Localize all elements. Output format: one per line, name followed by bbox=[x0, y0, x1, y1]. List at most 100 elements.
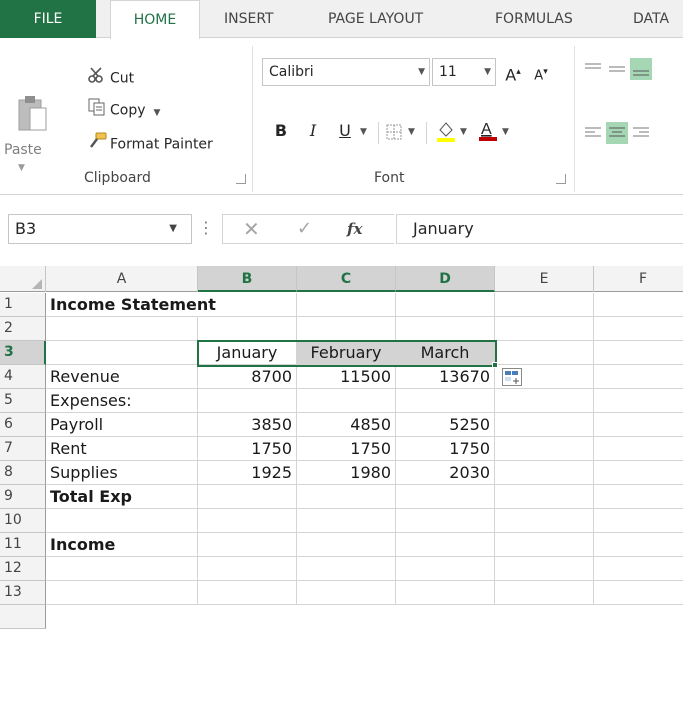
cell-c1[interactable] bbox=[297, 293, 396, 317]
cell-d13[interactable] bbox=[396, 581, 495, 605]
cancel-icon[interactable]: ✕ bbox=[243, 215, 260, 243]
row-header-11[interactable]: 11 bbox=[0, 533, 46, 557]
cell-e2[interactable] bbox=[495, 317, 594, 341]
select-all-button[interactable] bbox=[0, 266, 46, 292]
cell-f7[interactable] bbox=[594, 437, 683, 461]
font-color-icon[interactable]: A bbox=[478, 118, 498, 142]
cell-d2[interactable] bbox=[396, 317, 495, 341]
cut-button[interactable]: Cut bbox=[88, 66, 134, 88]
copy-dropdown-arrow[interactable]: ▼ bbox=[154, 108, 161, 118]
name-box[interactable]: B3 ▼ bbox=[8, 214, 192, 244]
paste-icon[interactable] bbox=[18, 94, 48, 138]
column-header-f[interactable]: F bbox=[594, 266, 683, 292]
cell-e6[interactable] bbox=[495, 413, 594, 437]
tab-file[interactable]: FILE bbox=[0, 0, 96, 38]
font-size-select[interactable]: 11 ▼ bbox=[432, 58, 496, 86]
cell-f11[interactable] bbox=[594, 533, 683, 557]
bold-button[interactable]: B bbox=[270, 118, 292, 144]
cell-e7[interactable] bbox=[495, 437, 594, 461]
paste-dropdown-arrow[interactable]: ▼ bbox=[18, 163, 25, 173]
row-header-9[interactable]: 9 bbox=[0, 485, 46, 509]
cell-c13[interactable] bbox=[297, 581, 396, 605]
font-color-dropdown-arrow[interactable]: ▼ bbox=[502, 127, 509, 137]
row-header-1[interactable]: 1 bbox=[0, 293, 46, 317]
borders-dropdown-arrow[interactable]: ▼ bbox=[408, 127, 415, 137]
align-left-icon[interactable] bbox=[582, 122, 604, 144]
align-top-icon[interactable] bbox=[582, 58, 604, 80]
cell-a1[interactable]: Income Statement bbox=[46, 293, 216, 317]
cell-b2[interactable] bbox=[198, 317, 297, 341]
quick-analysis-icon[interactable] bbox=[502, 368, 522, 386]
cell-d7[interactable]: 1750 bbox=[396, 437, 495, 461]
cell-f6[interactable] bbox=[594, 413, 683, 437]
cell-f10[interactable] bbox=[594, 509, 683, 533]
font-name-select[interactable]: Calibri ▼ bbox=[262, 58, 430, 86]
row-header-14[interactable] bbox=[0, 605, 46, 629]
cell-a4[interactable]: Revenue bbox=[46, 365, 198, 389]
cell-a6[interactable]: Payroll bbox=[46, 413, 198, 437]
row-header-13[interactable]: 13 bbox=[0, 581, 46, 605]
row-header-8[interactable]: 8 bbox=[0, 461, 46, 485]
cell-e8[interactable] bbox=[495, 461, 594, 485]
fill-color-icon[interactable] bbox=[436, 120, 456, 142]
paste-button-label[interactable]: Paste bbox=[4, 142, 42, 158]
cell-f9[interactable] bbox=[594, 485, 683, 509]
row-header-2[interactable]: 2 bbox=[0, 317, 46, 341]
cell-c9[interactable] bbox=[297, 485, 396, 509]
cell-e13[interactable] bbox=[495, 581, 594, 605]
cell-b5[interactable] bbox=[198, 389, 297, 413]
tab-formulas[interactable]: FORMULAS bbox=[495, 0, 573, 38]
cell-b10[interactable] bbox=[198, 509, 297, 533]
fill-color-dropdown-arrow[interactable]: ▼ bbox=[460, 127, 467, 137]
cell-f4[interactable] bbox=[594, 365, 683, 389]
cell-d3[interactable]: March bbox=[396, 341, 495, 365]
cell-b6[interactable]: 3850 bbox=[198, 413, 297, 437]
cell-c5[interactable] bbox=[297, 389, 396, 413]
row-header-10[interactable]: 10 bbox=[0, 509, 46, 533]
borders-icon[interactable] bbox=[386, 124, 402, 140]
cell-b1[interactable] bbox=[198, 293, 297, 317]
cell-c4[interactable]: 11500 bbox=[297, 365, 396, 389]
cell-f5[interactable] bbox=[594, 389, 683, 413]
decrease-font-size-button[interactable]: A▾ bbox=[530, 59, 552, 85]
cell-d11[interactable] bbox=[396, 533, 495, 557]
enter-icon[interactable]: ✓ bbox=[297, 215, 312, 243]
column-header-d[interactable]: D bbox=[396, 266, 495, 292]
formula-bar-resize-handle[interactable]: ⋮ bbox=[196, 214, 216, 244]
column-header-a[interactable]: A bbox=[46, 266, 198, 292]
cell-b7[interactable]: 1750 bbox=[198, 437, 297, 461]
align-right-icon[interactable] bbox=[630, 122, 652, 144]
cell-e9[interactable] bbox=[495, 485, 594, 509]
cell-c2[interactable] bbox=[297, 317, 396, 341]
cell-b11[interactable] bbox=[198, 533, 297, 557]
cell-d6[interactable]: 5250 bbox=[396, 413, 495, 437]
format-painter-button[interactable]: Format Painter bbox=[88, 132, 213, 154]
cell-f13[interactable] bbox=[594, 581, 683, 605]
cell-c10[interactable] bbox=[297, 509, 396, 533]
cell-c11[interactable] bbox=[297, 533, 396, 557]
cell-a5[interactable]: Expenses: bbox=[46, 389, 198, 413]
row-header-5[interactable]: 5 bbox=[0, 389, 46, 413]
cell-b13[interactable] bbox=[198, 581, 297, 605]
cell-d4[interactable]: 13670 bbox=[396, 365, 495, 389]
tab-page-layout[interactable]: PAGE LAYOUT bbox=[328, 0, 423, 38]
underline-dropdown-arrow[interactable]: ▼ bbox=[360, 127, 367, 137]
name-box-dropdown-arrow[interactable]: ▼ bbox=[169, 215, 177, 243]
cell-a10[interactable] bbox=[46, 509, 198, 533]
cell-a2[interactable] bbox=[46, 317, 198, 341]
row-header-3[interactable]: 3 bbox=[0, 341, 46, 365]
fill-handle[interactable] bbox=[492, 362, 498, 368]
clipboard-launcher-icon[interactable] bbox=[236, 174, 246, 184]
cell-b9[interactable] bbox=[198, 485, 297, 509]
formula-input[interactable]: January bbox=[396, 214, 683, 244]
cell-c3[interactable]: February bbox=[297, 341, 396, 365]
copy-button[interactable]: Copy ▼ bbox=[88, 98, 160, 120]
cell-c7[interactable]: 1750 bbox=[297, 437, 396, 461]
insert-function-icon[interactable]: fx bbox=[347, 215, 362, 243]
align-center-icon[interactable] bbox=[606, 122, 628, 144]
column-header-c[interactable]: C bbox=[297, 266, 396, 292]
column-header-e[interactable]: E bbox=[495, 266, 594, 292]
cell-d10[interactable] bbox=[396, 509, 495, 533]
row-header-7[interactable]: 7 bbox=[0, 437, 46, 461]
cell-e5[interactable] bbox=[495, 389, 594, 413]
